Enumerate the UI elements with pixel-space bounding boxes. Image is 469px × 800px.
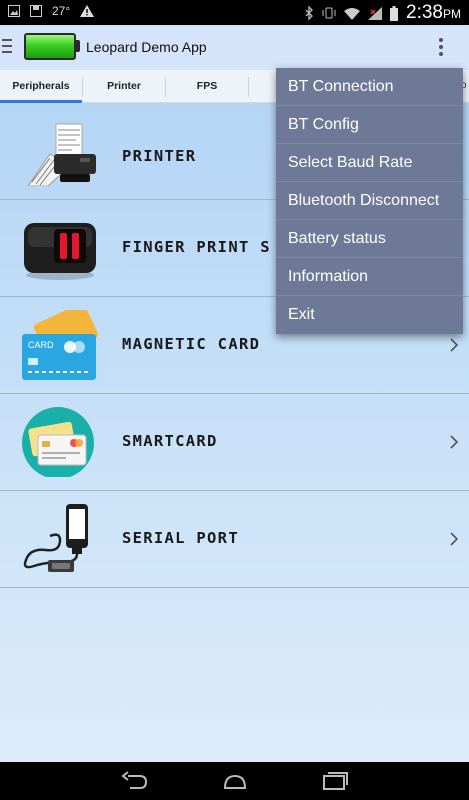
tab-peripherals[interactable]: Peripherals xyxy=(0,70,82,103)
menu-item-select-baud-rate[interactable]: Select Baud Rate xyxy=(276,144,463,182)
hamburger-icon[interactable] xyxy=(2,39,12,57)
menu-item-exit[interactable]: Exit xyxy=(276,296,463,334)
list-item-label: MAGNETIC CARD xyxy=(122,335,261,353)
wifi-icon xyxy=(344,7,361,20)
status-bar: 27° 2:38PM xyxy=(0,0,469,25)
menu-item-bt-config[interactable]: BT Config xyxy=(276,106,463,144)
chevron-right-icon xyxy=(450,435,459,449)
menu-item-bt-connection[interactable]: BT Connection xyxy=(276,68,463,106)
battery-status-icon xyxy=(390,5,399,21)
save-icon xyxy=(30,5,42,17)
vibrate-icon xyxy=(322,7,336,19)
printer-icon xyxy=(27,123,96,186)
home-icon[interactable] xyxy=(220,770,250,792)
serial-cable-icon xyxy=(23,504,88,572)
app-title: Leopard Demo App xyxy=(86,39,207,55)
svg-text:CARD: CARD xyxy=(28,340,54,350)
battery-logo-tip xyxy=(76,40,80,52)
warning-icon xyxy=(80,5,95,17)
list-item-label: SMARTCARD xyxy=(122,432,218,450)
menu-item-information[interactable]: Information xyxy=(276,258,463,296)
chevron-right-icon xyxy=(450,338,459,352)
menu-item-bluetooth-disconnect[interactable]: Bluetooth Disconnect xyxy=(276,182,463,220)
recent-apps-icon[interactable] xyxy=(320,770,350,792)
gallery-icon xyxy=(8,5,20,17)
temperature-text: 27° xyxy=(52,4,71,18)
list-item-label: SERIAL PORT xyxy=(122,529,239,547)
tab-printer[interactable]: Printer xyxy=(83,70,165,103)
tab-fps[interactable]: FPS xyxy=(166,70,248,103)
cell-signal-icon xyxy=(368,6,383,20)
list-item-label: PRINTER xyxy=(122,147,197,165)
overflow-menu-icon[interactable] xyxy=(439,38,445,59)
list-item-smartcard[interactable]: SMARTCARD xyxy=(0,394,469,491)
credit-card-icon: CARD xyxy=(22,310,98,380)
list-item-label: FINGER PRINT S xyxy=(122,238,271,256)
back-icon[interactable] xyxy=(120,770,150,792)
battery-logo-icon xyxy=(24,33,76,60)
bluetooth-icon xyxy=(305,6,313,20)
menu-item-battery-status[interactable]: Battery status xyxy=(276,220,463,258)
clock: 2:38 xyxy=(406,2,443,23)
fingerprint-scanner-icon xyxy=(24,223,96,280)
navigation-bar xyxy=(0,762,469,800)
smartcard-icon xyxy=(22,407,94,477)
app-bar: Leopard Demo App xyxy=(0,25,469,70)
list-item-serial-port[interactable]: SERIAL PORT xyxy=(0,491,469,588)
chevron-right-icon xyxy=(450,532,459,546)
clock-suffix: PM xyxy=(443,7,461,21)
overflow-menu: BT Connection BT Config Select Baud Rate… xyxy=(276,68,463,334)
